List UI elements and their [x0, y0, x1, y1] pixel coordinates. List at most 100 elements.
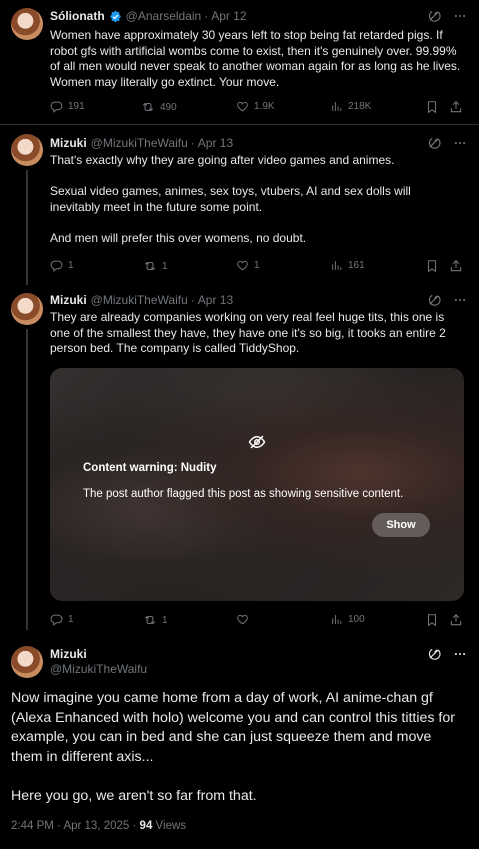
- media-blur-overlay: [50, 368, 464, 601]
- content-warning-title: Content warning: Nudity: [83, 462, 217, 474]
- like-icon: [236, 100, 249, 113]
- repost-button[interactable]: 1: [143, 259, 168, 273]
- separator: ·: [190, 293, 195, 307]
- share-icon[interactable]: [449, 613, 463, 627]
- post-text: That's exactly why they are going after …: [50, 153, 411, 245]
- separator: ·: [132, 820, 137, 832]
- view-count: 218K: [348, 101, 372, 112]
- post-header: Mizuki @MizukiTheWaifu · Apr 13: [50, 136, 233, 151]
- grok-icon[interactable]: [427, 647, 441, 661]
- author-handle[interactable]: @MizukiTheWaifu: [91, 293, 188, 308]
- views-icon: [330, 100, 343, 113]
- views-button[interactable]: 100: [330, 613, 365, 626]
- post-meta: 2:44 PM · Apr 13, 2025 · 94 Views: [11, 820, 186, 832]
- reply-button[interactable]: 191: [50, 100, 85, 113]
- more-icon[interactable]: [453, 647, 467, 661]
- grok-icon[interactable]: [427, 293, 441, 307]
- repost-icon: [143, 259, 157, 273]
- eye-off-icon: [248, 435, 266, 449]
- grok-icon[interactable]: [427, 9, 441, 23]
- repost-button[interactable]: 490: [141, 100, 177, 114]
- view-count: 161: [348, 260, 365, 271]
- post-text: They are already companies working on ve…: [50, 310, 450, 355]
- avatar[interactable]: [11, 8, 43, 40]
- repost-count: 1: [162, 260, 168, 272]
- reply-count: 1: [68, 614, 74, 625]
- repost-icon: [141, 100, 155, 114]
- more-icon[interactable]: [453, 136, 467, 150]
- action-bar: 191 490 1.9K 218K: [50, 100, 464, 115]
- like-button[interactable]: 1: [236, 259, 260, 272]
- bookmark-icon[interactable]: [425, 613, 439, 627]
- views-button[interactable]: 161: [330, 259, 365, 272]
- post-corner-actions: [427, 293, 467, 307]
- repost-button[interactable]: 1: [143, 613, 168, 627]
- view-count: 100: [348, 614, 365, 625]
- share-icon[interactable]: [449, 259, 463, 273]
- thread-line: [26, 170, 28, 285]
- avatar[interactable]: [11, 293, 43, 325]
- views-count: 94: [139, 820, 153, 832]
- post-date[interactable]: Apr 13: [198, 136, 233, 151]
- post-text: Women have approximately 30 years left t…: [50, 28, 464, 89]
- like-icon: [236, 259, 249, 272]
- views-icon: [330, 613, 343, 626]
- thread-line: [26, 329, 28, 630]
- separator: ·: [190, 136, 195, 150]
- views-icon: [330, 259, 343, 272]
- reply-icon: [50, 100, 63, 113]
- post-corner-actions: [427, 136, 467, 150]
- main-post-handle-row: @MizukiTheWaifu: [50, 662, 147, 677]
- author-name[interactable]: Mizuki: [50, 136, 87, 151]
- content-warning-description: The post author flagged this post as sho…: [83, 488, 404, 500]
- repost-icon: [143, 613, 157, 627]
- reply-icon: [50, 613, 63, 626]
- post-corner-actions: [427, 9, 467, 23]
- separator: ·: [204, 9, 209, 23]
- post-1[interactable]: Sólionath @Anarseldain · Apr 12 Women ha…: [0, 0, 479, 124]
- avatar[interactable]: [11, 134, 43, 166]
- post-header: Mizuki @MizukiTheWaifu · Apr 13: [50, 293, 233, 308]
- author-name[interactable]: Mizuki: [50, 647, 87, 662]
- reply-icon: [50, 259, 63, 272]
- repost-count: 490: [160, 101, 177, 113]
- like-icon: [236, 613, 249, 626]
- reply-button[interactable]: 1: [50, 259, 74, 272]
- separator: ·: [57, 820, 61, 832]
- views-label: Views: [155, 820, 187, 832]
- post-header: Sólionath @Anarseldain · Apr 12: [50, 9, 247, 24]
- post-full-date[interactable]: Apr 13, 2025: [63, 820, 129, 832]
- reply-count: 1: [68, 260, 74, 271]
- share-icon[interactable]: [449, 100, 463, 114]
- post-corner-actions: [427, 647, 467, 661]
- action-bar: 1 1 1 161: [50, 259, 464, 274]
- show-media-button[interactable]: Show: [372, 513, 430, 537]
- bookmark-icon[interactable]: [425, 100, 439, 114]
- post-date[interactable]: Apr 12: [211, 9, 246, 24]
- bookmark-icon[interactable]: [425, 259, 439, 273]
- main-post-name: Mizuki: [50, 647, 91, 662]
- main-post-text: Now imagine you came home from a day of …: [11, 690, 455, 804]
- author-handle[interactable]: @Anarseldain: [126, 9, 202, 24]
- post-2[interactable]: Mizuki @MizukiTheWaifu · Apr 13 That's e…: [0, 125, 479, 285]
- author-handle[interactable]: @MizukiTheWaifu: [91, 136, 188, 151]
- verified-icon: [109, 10, 121, 23]
- reply-button[interactable]: 1: [50, 613, 74, 626]
- more-icon[interactable]: [453, 293, 467, 307]
- more-icon[interactable]: [453, 9, 467, 23]
- post-date[interactable]: Apr 13: [198, 293, 233, 308]
- avatar[interactable]: [11, 646, 43, 678]
- like-count: 1: [254, 260, 260, 271]
- like-button[interactable]: [236, 613, 254, 626]
- post-time[interactable]: 2:44 PM: [11, 820, 54, 832]
- reply-count: 191: [68, 101, 85, 112]
- like-count: 1.9K: [254, 101, 275, 112]
- author-name[interactable]: Sólionath: [50, 9, 105, 24]
- repost-count: 1: [162, 614, 168, 626]
- views-button[interactable]: 218K: [330, 100, 371, 113]
- like-button[interactable]: 1.9K: [236, 100, 275, 113]
- grok-icon[interactable]: [427, 136, 441, 150]
- sensitive-media[interactable]: Content warning: Nudity The post author …: [50, 368, 464, 601]
- author-name[interactable]: Mizuki: [50, 293, 87, 308]
- author-handle[interactable]: @MizukiTheWaifu: [50, 662, 147, 677]
